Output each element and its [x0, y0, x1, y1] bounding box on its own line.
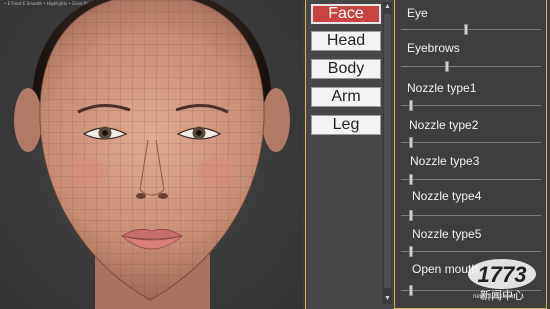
slider-eyebrows[interactable] — [401, 66, 541, 67]
slider-knob-nozzle-type3[interactable] — [409, 174, 414, 185]
slider-nozzle-type2[interactable] — [401, 142, 541, 143]
body-part-column: Face Head Body Arm Leg ▲ ▼ — [305, 0, 393, 309]
slider-knob-open-mouth[interactable] — [409, 285, 414, 296]
slider-knob-nozzle-type4[interactable] — [409, 210, 414, 221]
slider-nozzle-type4[interactable] — [401, 215, 541, 216]
slider-nozzle-type5[interactable] — [401, 251, 541, 252]
slider-label-nozzle-type1: Nozzle type1 — [407, 81, 477, 95]
right-cheek — [196, 159, 236, 185]
left-ear — [14, 88, 42, 152]
slider-knob-nozzle-type2[interactable] — [409, 137, 414, 148]
triangle-down-icon[interactable]: ▼ — [383, 294, 392, 304]
face-mesh[interactable] — [0, 0, 303, 309]
slider-knob-eyebrows[interactable] — [444, 61, 449, 72]
left-cheek — [68, 159, 108, 185]
slider-label-nozzle-type4: Nozzle type4 — [412, 189, 482, 203]
slider-eye[interactable] — [401, 29, 541, 30]
slider-label-nozzle-type3: Nozzle type3 — [410, 154, 480, 168]
3d-viewport[interactable]: • E Front E Smooth • Highlights • Giant … — [0, 0, 303, 309]
right-pupil — [196, 130, 202, 136]
watermark-logo-text: 1773 — [478, 262, 527, 287]
slider-knob-nozzle-type5[interactable] — [409, 246, 414, 257]
left-pupil — [102, 130, 108, 136]
slider-nozzle-type3[interactable] — [401, 179, 541, 180]
slider-label-nozzle-type5: Nozzle type5 — [412, 227, 482, 241]
slider-label-eyebrows: Eyebrows — [407, 41, 460, 55]
right-nostril — [158, 193, 168, 199]
left-nostril — [136, 193, 146, 199]
leg-button[interactable]: Leg — [311, 115, 381, 135]
scrollbar-thumb[interactable] — [384, 14, 391, 288]
right-ear — [262, 88, 290, 152]
slider-knob-eye[interactable] — [463, 24, 468, 35]
slider-label-eye: Eye — [407, 6, 428, 20]
arm-button[interactable]: Arm — [311, 87, 381, 107]
face-button[interactable]: Face — [311, 4, 381, 24]
watermark-url: news.1773.com — [473, 294, 516, 300]
slider-nozzle-type1[interactable] — [401, 105, 541, 106]
slider-knob-nozzle-type1[interactable] — [409, 100, 414, 111]
head-button[interactable]: Head — [311, 31, 381, 51]
vertical-scrollbar[interactable]: ▲ ▼ — [383, 2, 392, 304]
slider-label-nozzle-type2: Nozzle type2 — [409, 118, 479, 132]
body-button[interactable]: Body — [311, 59, 381, 79]
triangle-up-icon[interactable]: ▲ — [383, 2, 392, 12]
